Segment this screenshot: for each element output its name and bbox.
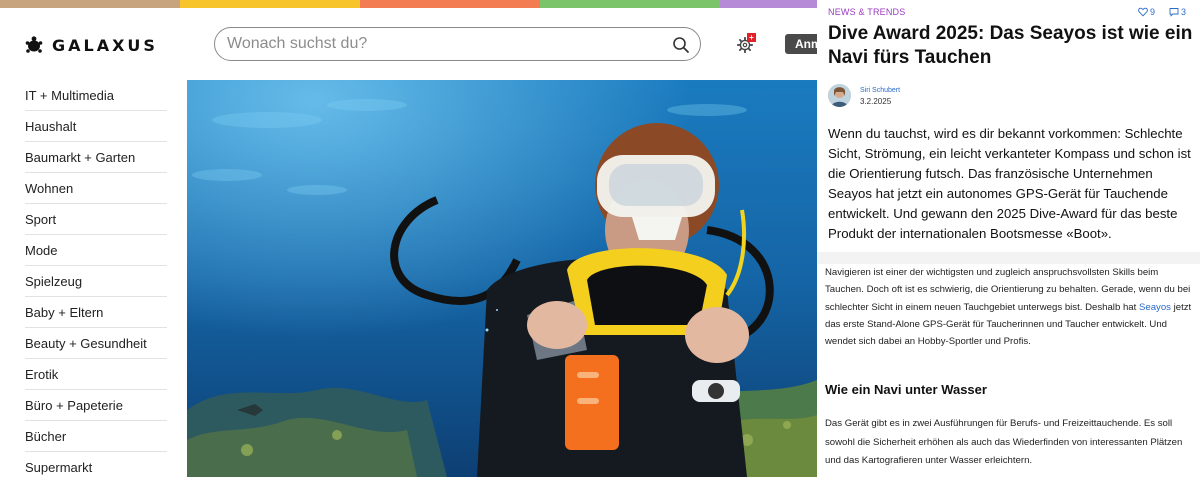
author-avatar[interactable]: [828, 84, 851, 107]
category-sidebar: IT + Multimedia Haushalt Baumarkt + Garten…: [0, 80, 187, 477]
category-item[interactable]: Erotik: [25, 359, 167, 390]
article-title: Dive Award 2025: Das Seayos ist wie ein …: [828, 23, 1193, 68]
publish-date: 3.2.2025: [860, 97, 892, 106]
category-item[interactable]: Bücher: [25, 421, 167, 452]
article-panel: NEWS & TRENDS 9 3 Dive Award 2025: Das S…: [817, 0, 1200, 477]
hero-image-diver: [187, 80, 817, 477]
search-bar: [214, 27, 701, 61]
stripe-segment: [0, 0, 180, 8]
category-item[interactable]: Haushalt: [25, 111, 167, 142]
article-subheading: Wie ein Navi unter Wasser: [825, 382, 987, 397]
galaxus-logo[interactable]: GALAXUS: [24, 35, 158, 55]
category-item[interactable]: Baumarkt + Garten: [25, 142, 167, 173]
category-item[interactable]: Supermarkt: [25, 452, 167, 477]
turtle-logo-icon: [25, 36, 43, 53]
stripe-segment: [180, 0, 360, 8]
stripe-segment: [540, 0, 720, 8]
comment-count: 3: [1180, 7, 1186, 17]
category-item[interactable]: Büro + Papeterie: [25, 390, 167, 421]
article-lead: Wenn du tauchst, wird es dir bekannt vor…: [828, 126, 1191, 241]
shop-page: GALAXUS + Anmelden IT + MultimediaHausha…: [0, 0, 817, 477]
seayos-link[interactable]: Seayos: [1139, 302, 1171, 313]
author-name[interactable]: Siri Schubert: [860, 87, 900, 94]
paragraph-text: Navigieren ist einer der wichtigsten und…: [825, 267, 1191, 313]
category-item[interactable]: IT + Multimedia: [25, 80, 167, 111]
search-input[interactable]: [227, 34, 667, 54]
comment-icon[interactable]: [1169, 7, 1179, 17]
diver-photo: [187, 80, 817, 477]
search-icon[interactable]: [671, 35, 691, 55]
category-item[interactable]: Baby + Eltern: [25, 297, 167, 328]
category-item[interactable]: Spielzeug: [25, 266, 167, 297]
shop-header: GALAXUS + Anmelden: [0, 8, 817, 80]
category-item[interactable]: Wohnen: [25, 173, 167, 204]
category-item[interactable]: Beauty + Gesundheit: [25, 328, 167, 359]
article-category[interactable]: NEWS & TRENDS: [828, 7, 905, 17]
category-item[interactable]: Mode: [25, 235, 167, 266]
login-button[interactable]: Anmelden: [785, 34, 817, 54]
stripe-segment: [720, 0, 817, 8]
article-reactions: 9 3: [1138, 7, 1186, 17]
stripe-segment: [360, 0, 540, 8]
article-paragraph-2: Das Gerät gibt es in zwei Ausführungen f…: [825, 418, 1183, 466]
swiss-flag-badge: +: [747, 33, 756, 42]
brand-name: GALAXUS: [52, 35, 158, 55]
article-paragraph-1: Navigieren ist einer der wichtigsten und…: [825, 264, 1197, 350]
section-divider: [817, 252, 1200, 264]
like-count: 9: [1149, 7, 1155, 17]
category-item[interactable]: Sport: [25, 204, 167, 235]
heart-icon[interactable]: [1138, 7, 1148, 17]
brand-color-stripe: [0, 0, 817, 8]
